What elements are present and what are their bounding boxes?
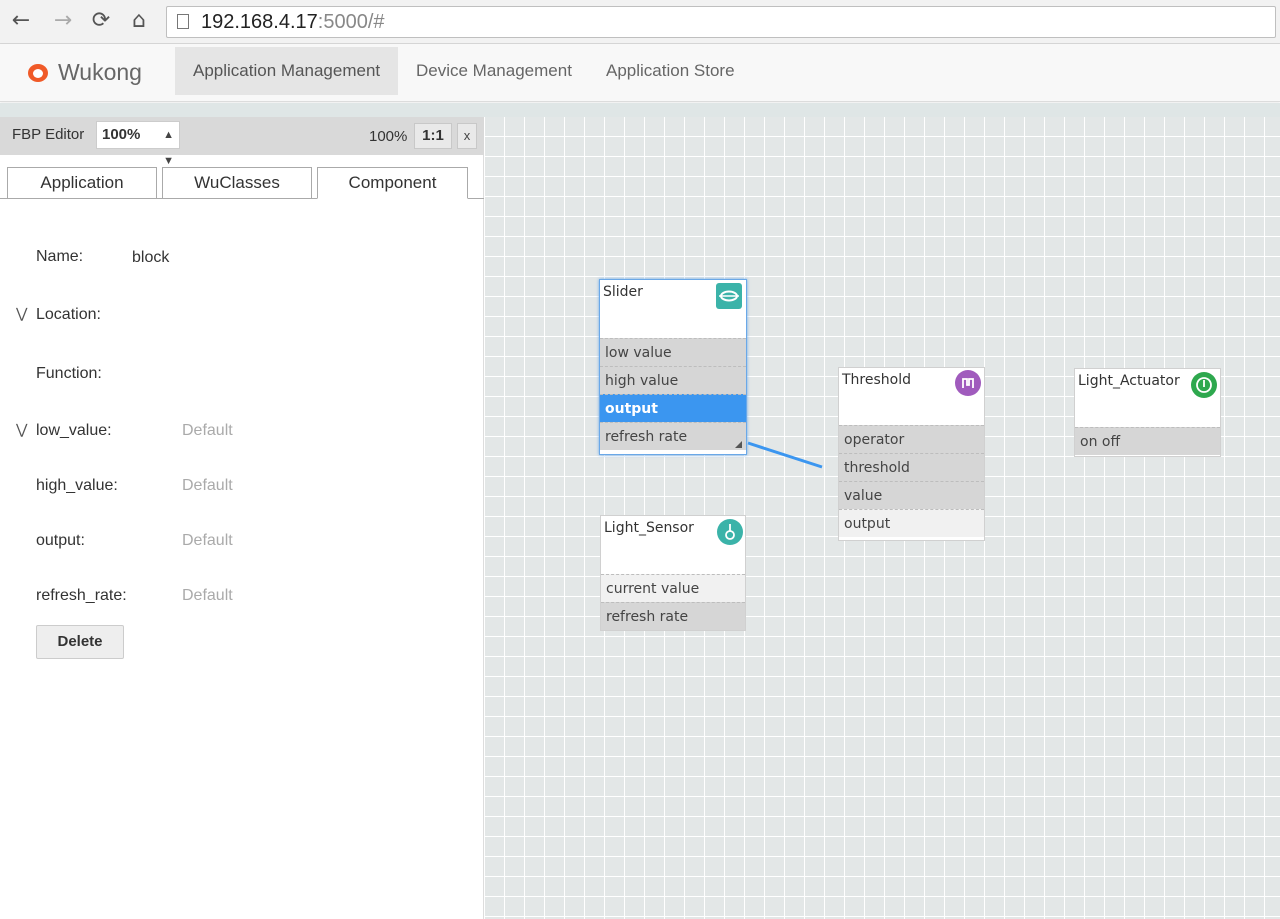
url-path: :5000/# [317, 11, 385, 33]
port-current-value[interactable]: current value [601, 574, 745, 602]
resize-grip-icon[interactable] [735, 441, 742, 448]
refresh-rate-field[interactable]: Default [182, 587, 233, 605]
panel-tabs: Application WuClasses Component [0, 167, 484, 199]
port-on-off[interactable]: on off [1075, 427, 1220, 455]
port-low-value[interactable]: low value [600, 338, 746, 366]
arrow-left-icon[interactable]: ← [8, 8, 34, 34]
brand-name: Wukong [58, 58, 142, 85]
nav-application-management[interactable]: Application Management [175, 47, 399, 95]
brand[interactable]: Wukong [26, 56, 142, 88]
port-refresh-rate[interactable]: refresh rate [600, 422, 746, 450]
function-label: Function: [36, 365, 102, 382]
refresh-rate-label: refresh_rate: [36, 587, 127, 604]
zoom-readout: 100% [369, 128, 408, 145]
fbp-canvas[interactable]: Slider low value high value output refre… [485, 117, 1280, 919]
name-label: Name: [36, 248, 84, 265]
arrow-right-icon[interactable]: → [50, 8, 76, 34]
block-title: Slider [603, 284, 643, 300]
zoom-select[interactable]: 100% ▲ ▼ [96, 121, 180, 167]
high-value-field[interactable]: Default [182, 477, 233, 495]
delete-button[interactable]: Delete [36, 625, 124, 659]
low-value-label: low_value: [36, 422, 112, 439]
port-output[interactable]: output [600, 394, 746, 422]
tab-wuclasses[interactable]: WuClasses [162, 167, 312, 198]
url-host: 192.168.4.17 [201, 11, 318, 33]
port-refresh-rate[interactable]: refresh rate [601, 602, 745, 630]
zoom-value: 100% [102, 126, 141, 143]
port-high-value[interactable]: high value [600, 366, 746, 394]
port-threshold[interactable]: threshold [839, 453, 984, 481]
block-title: Light_Sensor [604, 520, 694, 536]
app-navbar: Wukong Application Management Device Man… [0, 44, 1280, 102]
page-icon [177, 14, 189, 29]
wukong-logo-icon [26, 60, 50, 84]
threshold-icon [955, 370, 981, 396]
nav-divider [0, 103, 1280, 117]
editor-toolbar: FBP Editor 100% ▲ ▼ 100% 1:1 x [0, 117, 484, 167]
output-label: output: [36, 532, 85, 549]
block-title: Threshold [842, 372, 911, 388]
block-light-actuator[interactable]: Light_Actuator on off [1074, 368, 1221, 457]
reload-icon[interactable]: ⟳ [88, 8, 114, 34]
location-label: Location: [36, 306, 101, 323]
block-slider[interactable]: Slider low value high value output refre… [599, 279, 747, 455]
collapse-low-value-icon[interactable]: ⋁ [16, 422, 27, 438]
tab-component[interactable]: Component [317, 167, 468, 199]
address-bar[interactable]: 192.168.4.17:5000/# [166, 6, 1276, 38]
editor-label: FBP Editor [12, 126, 85, 143]
block-light-sensor[interactable]: Light_Sensor current value refresh rate [600, 515, 746, 631]
close-button[interactable]: x [457, 123, 477, 149]
collapse-location-icon[interactable]: ⋁ [16, 306, 27, 322]
block-title: Light_Actuator [1078, 373, 1180, 389]
block-threshold[interactable]: Threshold operator threshold value outpu… [838, 367, 985, 541]
light-actuator-icon [1191, 372, 1217, 398]
port-operator[interactable]: operator [839, 425, 984, 453]
browser-toolbar: ← → ⟳ ⌂ 192.168.4.17:5000/# [0, 0, 1280, 44]
tab-application[interactable]: Application [7, 167, 157, 198]
home-icon[interactable]: ⌂ [126, 8, 152, 34]
properties-panel: FBP Editor 100% ▲ ▼ 100% 1:1 x Applicatio… [0, 117, 484, 919]
high-value-label: high_value: [36, 477, 118, 494]
slider-icon [716, 283, 742, 309]
low-value-field[interactable]: Default [182, 422, 233, 440]
nav-device-management[interactable]: Device Management [398, 47, 590, 95]
output-field[interactable]: Default [182, 532, 233, 550]
name-value: block [132, 249, 170, 266]
port-output[interactable]: output [839, 509, 984, 537]
nav-application-store[interactable]: Application Store [588, 47, 753, 95]
light-sensor-icon [717, 519, 743, 545]
port-value[interactable]: value [839, 481, 984, 509]
reset-zoom-button[interactable]: 1:1 [414, 123, 452, 149]
